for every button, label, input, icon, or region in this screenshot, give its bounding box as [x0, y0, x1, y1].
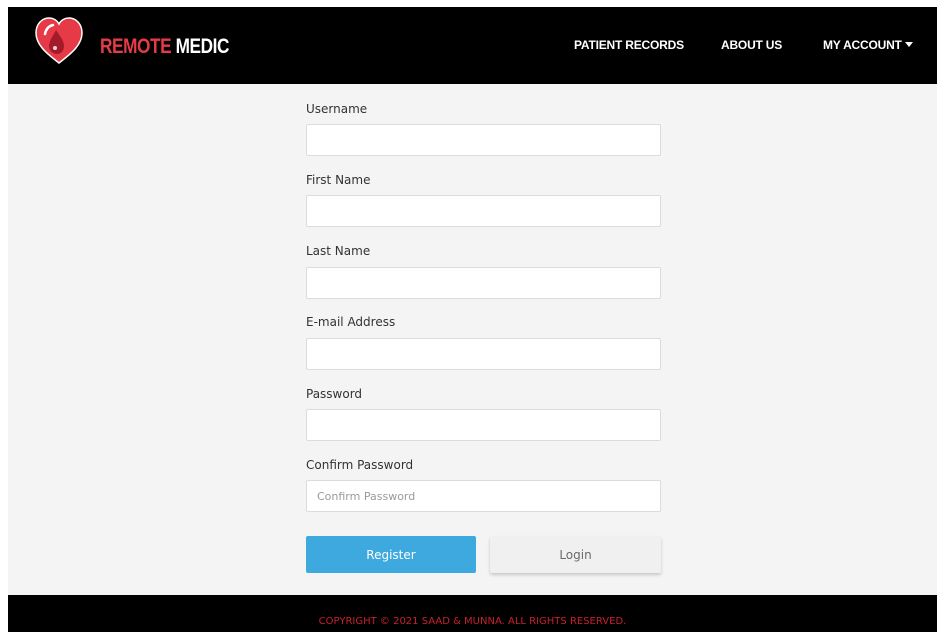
login-button[interactable]: Login [490, 536, 661, 573]
last-name-label: Last Name [306, 244, 371, 258]
nav-my-account[interactable]: MY ACCOUNT [823, 37, 902, 53]
confirm-password-input[interactable] [306, 480, 661, 512]
first-name-label: First Name [306, 173, 371, 187]
password-input[interactable] [306, 409, 661, 441]
footer: COPYRIGHT © 2021 SAAD & MUNNA. ALL RIGHT… [8, 595, 937, 632]
email-input[interactable] [306, 338, 661, 370]
username-label: Username [306, 102, 368, 116]
page: REMOTE MEDIC PATIENT RECORDS ABOUT US MY… [8, 7, 937, 632]
caret-down-icon[interactable] [905, 42, 913, 47]
last-name-input[interactable] [306, 267, 661, 299]
first-name-input[interactable] [306, 195, 661, 227]
brand-word-remote: REMOTE [100, 35, 172, 58]
username-input[interactable] [306, 124, 661, 156]
brand-word-medic: MEDIC [175, 35, 230, 58]
email-label: E-mail Address [306, 315, 396, 329]
brand-name[interactable]: REMOTE MEDIC [100, 35, 229, 59]
nav-patient-records[interactable]: PATIENT RECORDS [574, 37, 684, 53]
copyright-text: COPYRIGHT © 2021 SAAD & MUNNA. ALL RIGHT… [318, 616, 627, 627]
password-label: Password [306, 387, 363, 401]
heart-logo-icon[interactable] [33, 16, 85, 66]
confirm-password-label: Confirm Password [306, 458, 414, 472]
navbar: REMOTE MEDIC PATIENT RECORDS ABOUT US MY… [8, 7, 937, 84]
register-button[interactable]: Register [306, 536, 476, 573]
nav-about-us[interactable]: ABOUT US [721, 37, 782, 53]
